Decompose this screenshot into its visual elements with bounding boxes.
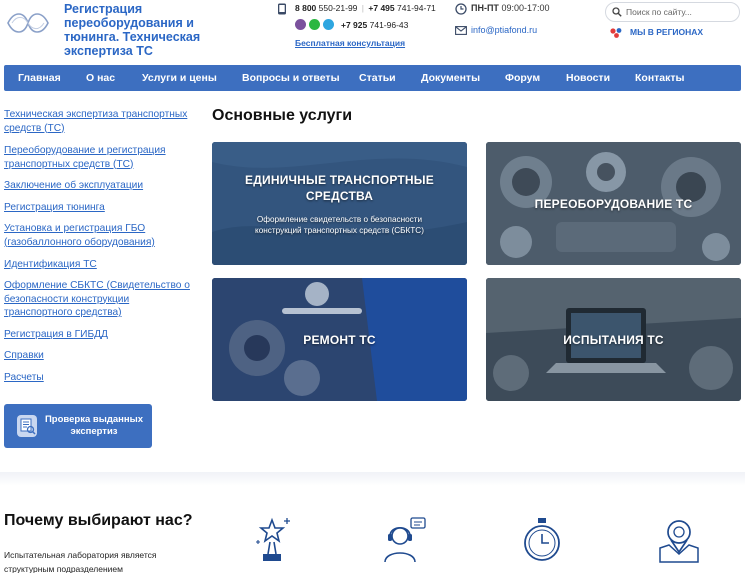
sidebar-item-tuning[interactable]: Регистрация тюнинга [4, 201, 194, 215]
nav-item-about[interactable]: О нас [86, 72, 115, 84]
document-check-icon [17, 415, 37, 437]
card-background-image [212, 142, 467, 265]
whatsapp-icon[interactable] [309, 19, 320, 30]
main-nav: Главная О нас Услуги и цены Вопросы и от… [4, 65, 741, 91]
stopwatch-icon [524, 518, 560, 561]
hours-time: 09:00-17:00 [501, 3, 550, 13]
nav-item-services[interactable]: Услуги и цены [142, 72, 217, 84]
service-card-repair[interactable]: РЕМОНТ ТС [212, 278, 467, 401]
check-expertise-button[interactable]: Проверка выданных экспертиз [4, 404, 152, 448]
nav-item-forum[interactable]: Форум [505, 72, 540, 84]
telegram-icon[interactable] [323, 19, 334, 30]
nav-item-faq[interactable]: Вопросы и ответы [242, 72, 340, 84]
phone-separator: | [361, 3, 365, 13]
card-description: Оформление свидетельств о безопасности к… [255, 214, 424, 235]
search-input[interactable] [605, 2, 740, 22]
service-card-reequipment[interactable]: ПЕРЕОБОРУДОВАНИЕ ТС [486, 142, 741, 265]
phone-icon [278, 3, 286, 15]
location-map-icon [659, 520, 699, 563]
sidebar-item-identification[interactable]: Идентификация ТС [4, 258, 194, 272]
phone-numbers: 8 800 550-21-99 | +7 495 741-94-71 [295, 3, 436, 13]
phone2-number[interactable]: 741-94-71 [397, 3, 436, 13]
service-card-single-vehicles[interactable]: ЕДИНИЧНЫЕ ТРАНСПОРТНЫЕ СРЕДСТВА Оформлен… [212, 142, 467, 265]
mail-icon [455, 26, 467, 35]
award-icon [256, 517, 290, 561]
why-us-text: Испытательная лаборатория является струк… [4, 550, 157, 573]
service-card-testing[interactable]: ИСПЫТАНИЯ ТС [486, 278, 741, 401]
why-us-section: Почему выбирают нас? Испытательная лабор… [0, 472, 745, 573]
working-hours: ПН-ПТ 09:00-17:00 [471, 3, 550, 13]
clock-icon [455, 3, 467, 15]
card-title: РЕМОНТ ТС [303, 332, 376, 347]
why-us-title: Почему выбирают нас? [4, 512, 193, 529]
nav-item-articles[interactable]: Статьи [359, 72, 396, 84]
card-title: ПЕРЕОБОРУДОВАНИЕ ТС [534, 196, 693, 211]
sidebar-item-operation-conclusion[interactable]: Заключение об эксплуатации [4, 179, 194, 193]
nav-item-contacts[interactable]: Контакты [635, 72, 685, 84]
search-icon[interactable] [612, 7, 622, 17]
nav-item-news[interactable]: Новости [566, 72, 610, 84]
messenger-links [295, 19, 334, 30]
free-consultation-link[interactable]: Бесплатная консультация [295, 38, 405, 48]
sidebar-item-gbo[interactable]: Установка и регистрация ГБО (газобаллонн… [4, 222, 194, 249]
site-brand[interactable]: Регистрация переоборудования и тюнинга. … [64, 2, 244, 58]
check-expertise-label: Проверка выданных экспертиз [44, 414, 144, 437]
phone3[interactable]: +7 925 741-96-43 [341, 20, 408, 30]
phone2-code[interactable]: +7 495 [368, 3, 394, 13]
sidebar-item-tech-expertise[interactable]: Техническая экспертиза транспортных сред… [4, 108, 194, 135]
regions-link[interactable]: МЫ В РЕГИОНАХ [630, 27, 703, 37]
main-services-title: Основные услуги [212, 107, 353, 124]
nav-item-documents[interactable]: Документы [421, 72, 480, 84]
phone3-number: 741-96-43 [369, 20, 409, 30]
site-header: Регистрация переоборудования и тюнинга. … [0, 0, 745, 62]
phone1-number[interactable]: 550-21-99 [319, 3, 358, 13]
card-title: ИСПЫТАНИЯ ТС [563, 332, 664, 347]
regions-icon[interactable] [609, 27, 624, 39]
logo-icon[interactable] [4, 8, 52, 38]
sidebar-item-gibdd[interactable]: Регистрация в ГИБДД [4, 328, 194, 342]
phone1-code[interactable]: 8 800 [295, 3, 316, 13]
sidebar-item-reequipment[interactable]: Переоборудование и регистрация транспорт… [4, 144, 194, 171]
email-link[interactable]: info@ptiafond.ru [471, 25, 537, 35]
hours-days: ПН-ПТ [471, 3, 499, 13]
viber-icon[interactable] [295, 19, 306, 30]
sidebar-item-certificates[interactable]: Справки [4, 349, 194, 363]
phone3-code: +7 925 [341, 20, 368, 30]
sidebar-item-calculations[interactable]: Расчеты [4, 371, 194, 385]
support-operator-icon [384, 517, 426, 563]
sidebar-item-sbkts[interactable]: Оформление СБКТС (Свидетельство о безопа… [4, 279, 194, 320]
nav-item-home[interactable]: Главная [18, 72, 61, 84]
card-title: ЕДИНИЧНЫЕ ТРАНСПОРТНЫЕ СРЕДСТВА [245, 172, 434, 203]
